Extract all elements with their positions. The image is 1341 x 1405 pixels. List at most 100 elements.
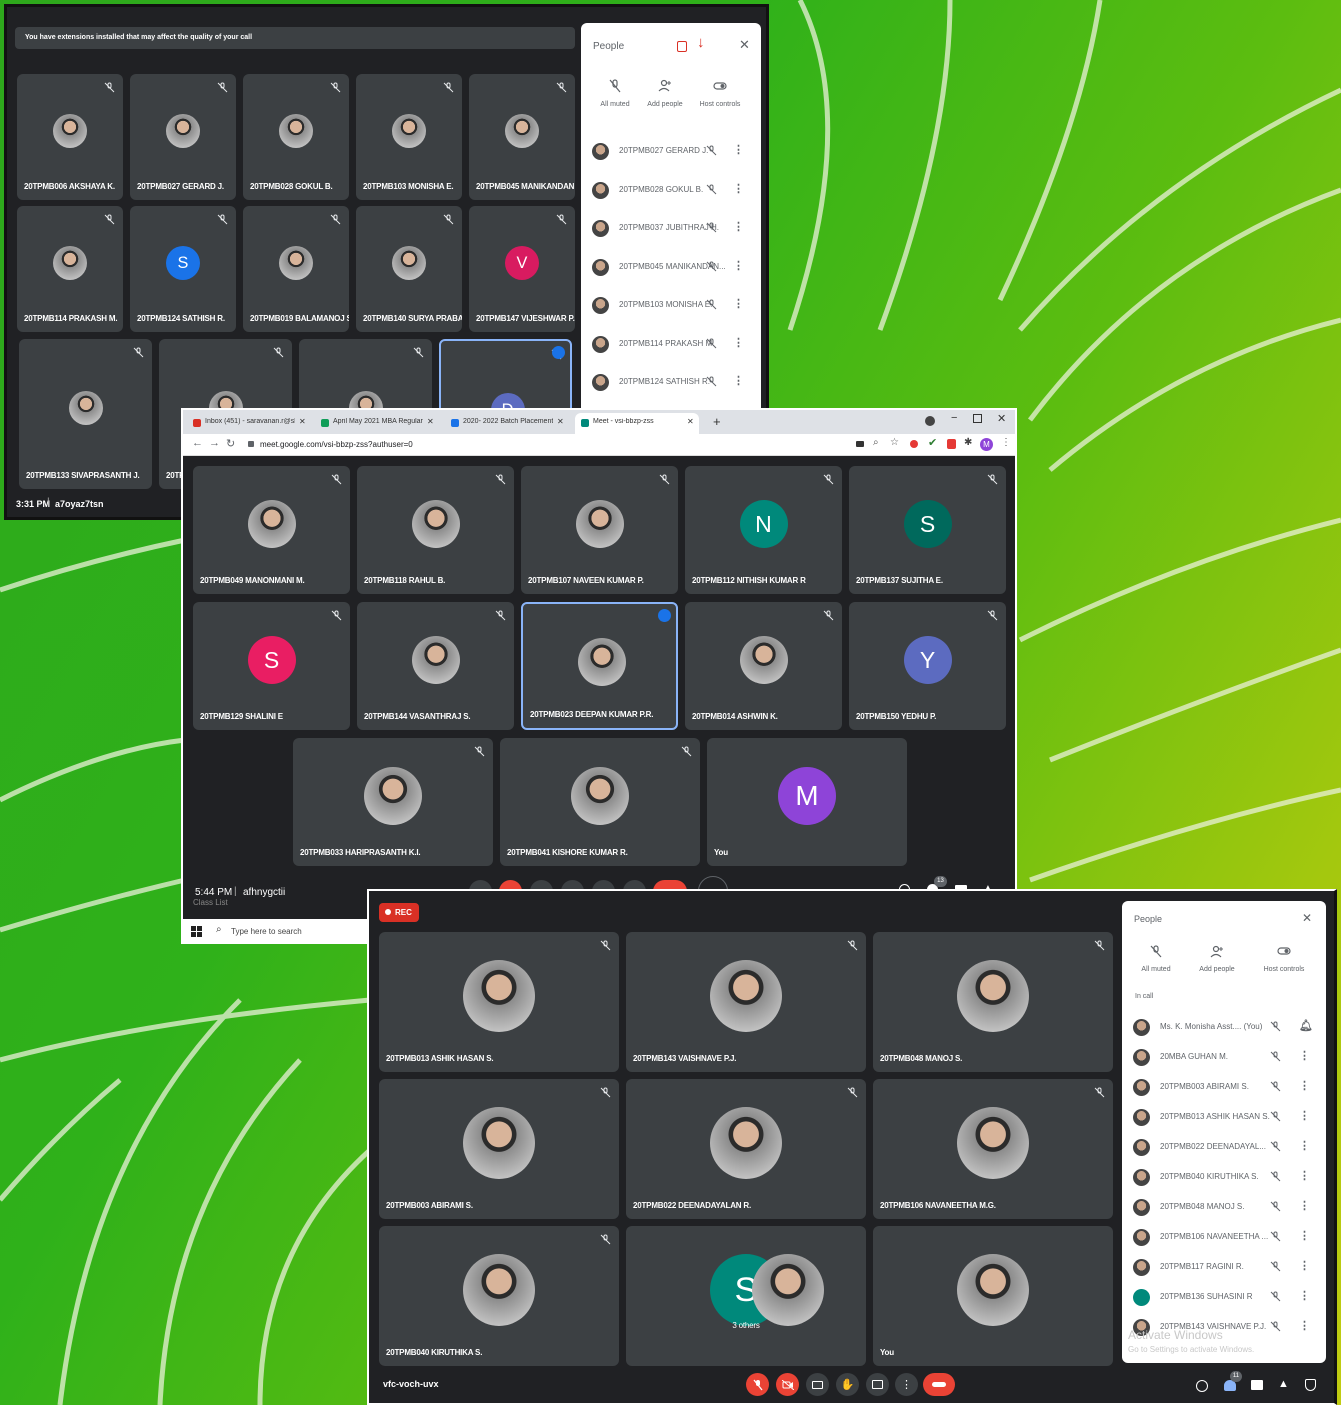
participant-tile[interactable]: 20TPMB133 SIVAPRASANTH J. — [19, 339, 152, 489]
leave-call-button[interactable] — [923, 1373, 955, 1396]
participant-tile[interactable]: 20TPMB103 MONISHA E. — [356, 74, 462, 200]
extension-icon-1[interactable] — [910, 440, 918, 448]
participant-tile[interactable]: 20TPMB022 DEENADAYALAN R. — [626, 1079, 866, 1219]
more-options-icon[interactable]: ⋮ — [1299, 1109, 1310, 1122]
more-options-icon[interactable]: ⋮ — [1299, 1229, 1310, 1242]
participant-row[interactable]: 20TPMB037 JUBITHRAJ H. ⋮ — [581, 213, 761, 243]
participant-tile[interactable]: 20TPMB048 MANOJ S. — [873, 932, 1113, 1072]
participant-tile[interactable]: 20TPMB027 GERARD J. — [130, 74, 236, 200]
chat-icon[interactable] — [1251, 1380, 1263, 1390]
participant-row[interactable]: 20TPMB040 KIRUTHIKA S. ⋮ — [1122, 1162, 1326, 1192]
check-icon[interactable]: ✔ — [928, 436, 937, 449]
participant-tile[interactable]: 20TPMB049 MANONMANI M. — [193, 466, 350, 594]
participant-tile[interactable]: 20TPMB023 DEEPAN KUMAR P.R. — [521, 602, 678, 730]
participant-tile[interactable]: M You — [707, 738, 907, 866]
pin-icon[interactable]: 🔔︎ — [1299, 1019, 1313, 1032]
participant-tile[interactable]: 20TPMB118 RAHUL B. — [357, 466, 514, 594]
participant-tile[interactable]: 20TPMB106 NAVANEETHA M.G. — [873, 1079, 1113, 1219]
account-icon[interactable] — [925, 416, 935, 426]
activities-icon[interactable]: ▲ — [1278, 1378, 1289, 1390]
maximize-icon[interactable] — [973, 414, 982, 423]
participant-row[interactable]: 20TPMB045 MANIKANDAN... ⋮ — [581, 252, 761, 282]
more-options-icon[interactable]: ⋮ — [733, 374, 744, 387]
close-window-icon[interactable]: ✕ — [997, 412, 1006, 425]
raise-hand-button[interactable]: ✋ — [836, 1373, 859, 1396]
participant-tile[interactable]: You — [873, 1226, 1113, 1366]
more-options-icon[interactable]: ⋮ — [1299, 1289, 1310, 1302]
extension-icon-2[interactable] — [947, 439, 956, 449]
participant-tile[interactable]: 20TPMB041 KISHORE KUMAR R. — [500, 738, 700, 866]
more-options-icon[interactable]: ⋮ — [733, 259, 744, 272]
all-muted-action[interactable]: All muted — [595, 79, 635, 111]
info-icon[interactable] — [1196, 1380, 1208, 1392]
more-options-icon[interactable]: ⋮ — [1299, 1259, 1310, 1272]
more-options-icon[interactable]: ⋮ — [1299, 1049, 1310, 1062]
participant-tile[interactable]: 20TPMB144 VASANTHRAJ S. — [357, 602, 514, 730]
participant-tile[interactable]: 20TPMB045 MANIKANDAN S... — [469, 74, 575, 200]
participant-tile[interactable]: S3 others — [626, 1226, 866, 1366]
more-options-icon[interactable]: ⋮ — [1299, 1079, 1310, 1092]
tab-close-icon[interactable]: ✕ — [427, 417, 434, 426]
participant-row[interactable]: 20TPMB022 DEENADAYAL... ⋮ — [1122, 1132, 1326, 1162]
host-controls-action[interactable]: Host controls — [695, 79, 745, 111]
new-tab-button[interactable]: + — [713, 414, 721, 429]
more-options-icon[interactable]: ⋮ — [733, 336, 744, 349]
participant-row[interactable]: 20TPMB124 SATHISH R. ⋮ — [581, 367, 761, 397]
tab-close-icon[interactable]: ✕ — [557, 417, 564, 426]
browser-tab[interactable]: Meet - vsi-bbzp-zss ✕ — [575, 413, 699, 434]
add-people-action[interactable]: Add people — [643, 79, 687, 111]
camera-icon[interactable] — [856, 441, 864, 447]
participant-tile[interactable]: 20TPMB114 PRAKASH M. — [17, 206, 123, 332]
star-icon[interactable]: ☆ — [890, 437, 899, 448]
more-options-icon[interactable]: ⋮ — [1299, 1169, 1310, 1182]
participant-row[interactable]: 20TPMB103 MONISHA E. ⋮ — [581, 290, 761, 320]
mic-off-button[interactable] — [746, 1373, 769, 1396]
participant-row[interactable]: 20TPMB048 MANOJ S. ⋮ — [1122, 1192, 1326, 1222]
all-muted-action[interactable]: All muted — [1132, 945, 1180, 976]
participant-row[interactable]: 20TPMB117 RAGINI R. ⋮ — [1122, 1252, 1326, 1282]
participant-tile[interactable]: N 20TPMB112 NITHISH KUMAR R — [685, 466, 842, 594]
present-button[interactable] — [866, 1373, 889, 1396]
participant-row[interactable]: 20TPMB136 SUHASINI R ⋮ — [1122, 1282, 1326, 1312]
participant-tile[interactable]: 20TPMB013 ASHIK HASAN S. — [379, 932, 619, 1072]
more-options-icon[interactable]: ⋮ — [733, 182, 744, 195]
participant-tile[interactable]: 20TPMB003 ABIRAMI S. — [379, 1079, 619, 1219]
add-people-action[interactable]: Add people — [1190, 945, 1244, 976]
participant-tile[interactable]: 20TPMB033 HARIPRASANTH K.I. — [293, 738, 493, 866]
browser-tab[interactable]: Inbox (451) - saravanan.r@skct.e ✕ — [187, 413, 311, 434]
close-icon[interactable]: ✕ — [1302, 911, 1312, 925]
url-text[interactable]: meet.google.com/vsi-bbzp-zss?authuser=0 — [260, 440, 413, 449]
participant-row[interactable]: 20TPMB106 NAVANEETHA ... ⋮ — [1122, 1222, 1326, 1252]
participant-tile[interactable]: V 20TPMB147 VIJESHWAR P. — [469, 206, 575, 332]
participant-row[interactable]: 20TPMB013 ASHIK HASAN S. ⋮ — [1122, 1102, 1326, 1132]
participant-row[interactable]: 20TPMB028 GOKUL B. ⋮ — [581, 175, 761, 205]
participant-row[interactable]: 20TPMB003 ABIRAMI S. ⋮ — [1122, 1072, 1326, 1102]
more-options-icon[interactable]: ⋮ — [1299, 1199, 1310, 1212]
participant-tile[interactable]: S 20TPMB129 SHALINI E — [193, 602, 350, 730]
more-options-icon[interactable]: ⋮ — [733, 297, 744, 310]
zoom-icon[interactable]: ⌕ — [873, 437, 879, 448]
host-controls-icon[interactable] — [1305, 1379, 1316, 1391]
menu-dots-icon[interactable]: ⋮ — [1001, 437, 1011, 448]
tab-close-icon[interactable]: ✕ — [687, 417, 694, 426]
more-options-icon[interactable]: ⋮ — [1299, 1319, 1310, 1332]
minimize-icon[interactable]: − — [951, 412, 957, 424]
participant-tile[interactable]: 20TPMB107 NAVEEN KUMAR P. — [521, 466, 678, 594]
participant-tile[interactable]: S 20TPMB124 SATHISH R. — [130, 206, 236, 332]
captions-button[interactable] — [806, 1373, 829, 1396]
browser-tab[interactable]: April May 2021 MBA Regular Ex: ✕ — [315, 413, 439, 434]
participant-tile[interactable]: 20TPMB040 KIRUTHIKA S. — [379, 1226, 619, 1366]
participant-tile[interactable]: Y 20TPMB150 YEDHU P. — [849, 602, 1006, 730]
profile-avatar[interactable]: M — [980, 438, 993, 451]
browser-tab[interactable]: 2020- 2022 Batch Placement ✕ — [445, 413, 569, 434]
host-controls-action[interactable]: Host controls — [1254, 945, 1314, 976]
more-options-icon[interactable]: ⋮ — [733, 220, 744, 233]
forward-icon[interactable]: → — [209, 437, 220, 449]
participant-row[interactable]: 20MBA GUHAN M. ⋮ — [1122, 1042, 1326, 1072]
more-options-icon[interactable]: ⋮ — [1299, 1139, 1310, 1152]
participant-tile[interactable]: 20TPMB028 GOKUL B. — [243, 74, 349, 200]
back-icon[interactable]: ← — [192, 437, 203, 449]
camera-off-button[interactable] — [776, 1373, 799, 1396]
tab-close-icon[interactable]: ✕ — [299, 417, 306, 426]
puzzle-icon[interactable]: ✱ — [964, 437, 972, 448]
